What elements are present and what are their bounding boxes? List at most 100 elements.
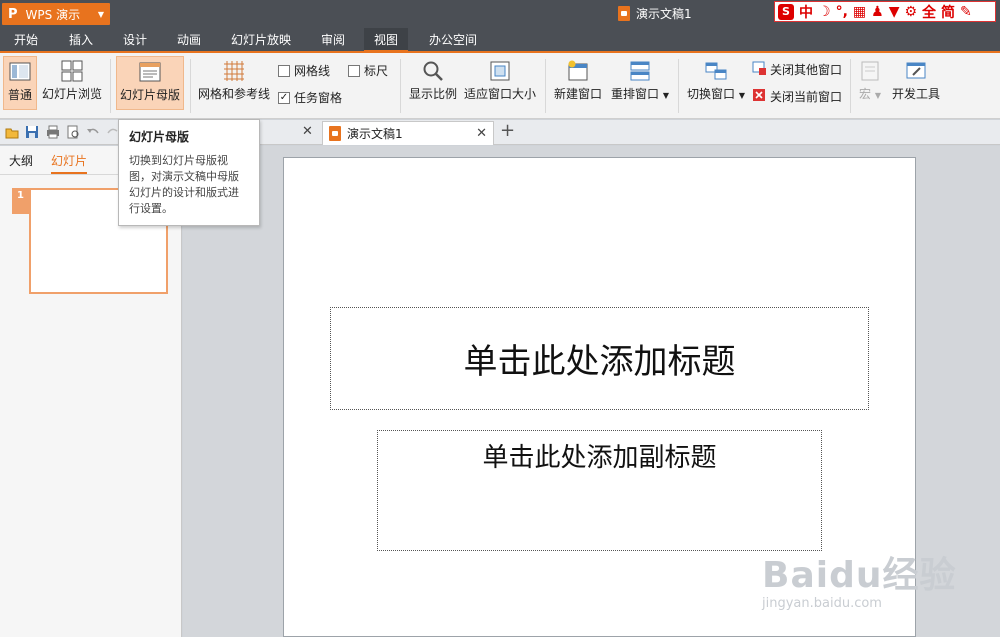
presentation-file-icon [618, 6, 630, 21]
slide-sorter-icon [60, 59, 84, 83]
app-menu-button[interactable]: P WPS 演示 ▼ [2, 3, 110, 25]
keyboard-icon[interactable]: ▦ [853, 4, 866, 20]
watermark-url: jingyan.baidu.com [762, 596, 882, 611]
sogou-logo-icon: S [778, 3, 794, 20]
tooltip-title: 幻灯片母版 [129, 130, 190, 144]
presentation-file-icon [329, 126, 341, 141]
zoom-button[interactable]: 显示比例 [406, 56, 460, 110]
new-window-button[interactable]: 新建窗口 [551, 56, 605, 110]
tab-slideshow[interactable]: 幻灯片放映 [224, 28, 298, 52]
ime-toolbar[interactable]: S 中 ☽ °, ▦ ♟ ▼ ⚙ 全 简 ✎ [774, 1, 996, 22]
punctuation-icon[interactable]: °, [836, 4, 848, 20]
close-current-window-button[interactable]: 关闭当前窗口 [752, 88, 842, 105]
close-others-label: 关闭其他窗口 [770, 63, 843, 77]
developer-tools-icon [904, 59, 928, 83]
switch-window-icon [704, 59, 728, 83]
developer-tools-label: 开发工具 [891, 87, 940, 101]
macro-button[interactable]: 宏 ▼ [854, 56, 886, 110]
user-icon[interactable]: ♟ [871, 4, 884, 20]
settings-icon[interactable]: ⚙ [904, 4, 917, 20]
title-bar: P WPS 演示 ▼ 演示文稿1 S 中 ☽ °, ▦ ♟ ▼ ⚙ 全 简 ✎ [0, 0, 1000, 28]
ime-lang[interactable]: 中 [799, 2, 813, 22]
close-current-label: 关闭当前窗口 [770, 90, 843, 104]
task-pane-checkbox-box[interactable]: ✓ [278, 91, 290, 104]
task-pane-label: 任务窗格 [294, 91, 343, 105]
tab-animation[interactable]: 动画 [166, 28, 212, 52]
gridlines-checkbox[interactable]: 网格线 [278, 62, 330, 79]
arrange-windows-button[interactable]: 重排窗口 ▼ [608, 56, 672, 110]
baidu-watermark: Baidu经验 jingyan.baidu.com [762, 546, 956, 611]
chevron-down-icon: ▼ [738, 91, 745, 100]
close-others-icon [752, 61, 766, 78]
undo-icon[interactable] [86, 125, 100, 139]
ribbon-separator [678, 59, 679, 113]
print-preview-icon[interactable] [66, 125, 80, 139]
wrench-icon[interactable]: ✎ [960, 4, 972, 20]
watermark-brand: Baidu经验 [762, 555, 957, 596]
window-title-text: 演示文稿1 [636, 7, 692, 21]
ribbon-separator [110, 59, 111, 113]
fit-window-label: 适应窗口大小 [463, 87, 536, 101]
slide-number-badge: 1 [12, 188, 30, 214]
gridlines-checkbox-box[interactable] [278, 64, 290, 77]
tab-home[interactable]: 开始 [2, 28, 50, 52]
tab-outline[interactable]: 大纲 [9, 152, 33, 172]
close-tab-icon[interactable]: ✕ [302, 124, 313, 139]
subtitle-placeholder[interactable]: 单击此处添加副标题 [377, 430, 822, 551]
slide-master-tooltip: 幻灯片母版 切换到幻灯片母版视图，对演示文稿中母版幻灯片的设计和版式进行设置。 [118, 119, 260, 226]
title-placeholder[interactable]: 单击此处添加标题 [330, 307, 869, 410]
switch-window-label: 切换窗口 ▼ [687, 87, 745, 101]
tab-insert[interactable]: 插入 [58, 28, 104, 52]
tooltip-body: 切换到幻灯片母版视图，对演示文稿中母版幻灯片的设计和版式进行设置。 [129, 154, 239, 215]
app-name: WPS 演示 [25, 7, 81, 22]
ruler-checkbox[interactable]: 标尺 [348, 62, 388, 79]
tab-document[interactable]: 演示文稿1 ✕ [322, 121, 494, 145]
slide-sorter-button[interactable]: 幻灯片浏览 [40, 56, 104, 110]
print-icon[interactable] [46, 125, 60, 139]
switch-window-button[interactable]: 切换窗口 ▼ [684, 56, 748, 110]
zoom-label: 显示比例 [408, 87, 457, 101]
grid-icon [222, 59, 246, 83]
ruler-checkbox-box[interactable] [348, 64, 360, 77]
normal-view-label: 普通 [7, 88, 32, 102]
tab-view[interactable]: 视图 [364, 28, 408, 52]
open-folder-icon[interactable] [5, 125, 19, 139]
developer-tools-button[interactable]: 开发工具 [888, 56, 944, 110]
tab-review[interactable]: 审阅 [310, 28, 356, 52]
arrange-windows-icon [628, 59, 652, 83]
ruler-label: 标尺 [364, 64, 389, 78]
new-window-label: 新建窗口 [553, 87, 602, 101]
normal-view-button[interactable]: 普通 [3, 56, 37, 110]
tab-slides[interactable]: 幻灯片 [51, 152, 88, 174]
normal-view-icon [8, 60, 32, 84]
task-pane-checkbox[interactable]: ✓ 任务窗格 [278, 89, 342, 106]
arrange-windows-label: 重排窗口 ▼ [611, 87, 669, 101]
slide-master-label: 幻灯片母版 [119, 88, 180, 102]
grid-guides-label: 网格和参考线 [197, 87, 270, 101]
slide-sorter-label: 幻灯片浏览 [41, 87, 102, 101]
slide-master-button[interactable]: 幻灯片母版 [116, 56, 184, 110]
wps-logo-icon: P [8, 6, 18, 22]
chevron-down-icon: ▼ [874, 91, 881, 100]
moon-icon[interactable]: ☽ [818, 4, 831, 20]
tab-design[interactable]: 设计 [112, 28, 158, 52]
skin-icon[interactable]: ▼ [889, 4, 900, 20]
magnifier-icon [421, 59, 445, 83]
fit-window-button[interactable]: 适应窗口大小 [462, 56, 538, 110]
gridlines-label: 网格线 [294, 64, 331, 78]
grid-guides-button[interactable]: 网格和参考线 [196, 56, 272, 110]
chevron-down-icon: ▼ [662, 91, 669, 100]
window-title: 演示文稿1 [618, 5, 692, 22]
close-tab-icon[interactable]: ✕ [476, 126, 487, 141]
macro-icon [858, 59, 882, 83]
macro-label: 宏 ▼ [859, 87, 881, 101]
save-icon[interactable] [25, 125, 39, 139]
close-other-windows-button[interactable]: 关闭其他窗口 [752, 61, 842, 78]
new-tab-icon[interactable]: + [500, 120, 515, 141]
tab-office-space[interactable]: 办公空间 [420, 28, 486, 52]
ribbon-separator [850, 59, 851, 113]
simplified-toggle[interactable]: 简 [941, 2, 955, 22]
fullwidth-toggle[interactable]: 全 [922, 2, 936, 22]
fit-window-icon [488, 59, 512, 83]
chevron-down-icon: ▼ [97, 9, 104, 19]
